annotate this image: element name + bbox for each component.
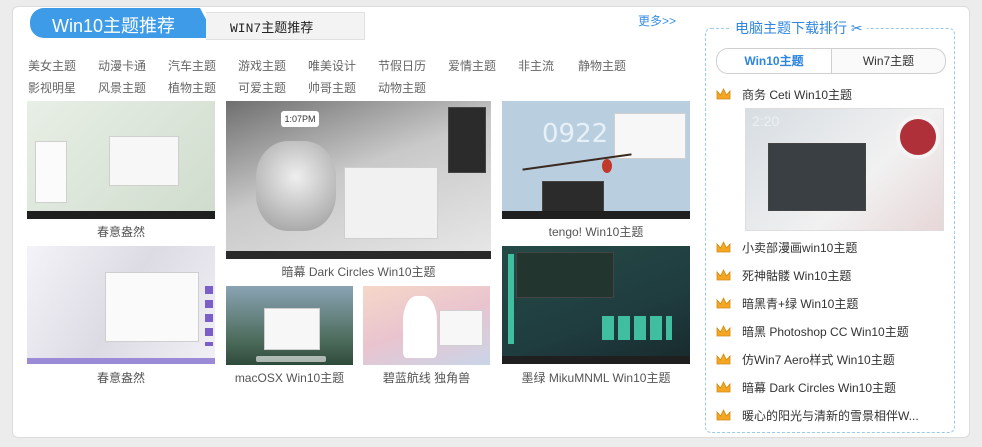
ranking-item[interactable]: 死神骷髅 Win10主题 [716, 267, 936, 285]
crown-icon [716, 409, 731, 421]
taskbar [502, 211, 690, 219]
category-link[interactable]: 植物主题 [168, 79, 216, 96]
theme-caption[interactable]: tengo! Win10主题 [502, 223, 690, 240]
sidebar-strip [508, 254, 514, 344]
category-link[interactable]: 可爱主题 [238, 79, 286, 96]
crown-icon [716, 269, 731, 281]
theme-caption[interactable]: 碧蓝航线 独角兽 [363, 369, 490, 386]
ranking-tab-win7[interactable]: Win7主题 [832, 49, 945, 73]
taskbar [502, 356, 690, 364]
window-preview [264, 308, 320, 350]
ranking-item-label: 死神骷髅 Win10主题 [742, 269, 852, 283]
crown-icon [716, 297, 731, 309]
crown-icon [716, 88, 731, 100]
ranking-item-label: 商务 Ceti Win10主题 [742, 88, 853, 102]
character-shape [403, 296, 437, 358]
branch-shape [522, 153, 632, 171]
clock-widget: 1:07PM [281, 111, 319, 127]
window-preview [542, 181, 604, 213]
ranking-item-label: 暖心的阳光与清新的雪景相伴W... [742, 409, 919, 423]
crown-icon [716, 241, 731, 253]
category-link[interactable]: 爱情主题 [448, 57, 496, 74]
window-preview [344, 167, 438, 239]
ranking-title: 电脑主题下载排行 ✂ [731, 18, 867, 38]
ranking-item[interactable]: 暗幕 Dark Circles Win10主题 [716, 379, 936, 397]
ranking-item[interactable]: 暖心的阳光与清新的雪景相伴W... [716, 407, 936, 425]
window-preview [614, 113, 686, 159]
ranking-item-label: 仿Win7 Aero样式 Win10主题 [742, 353, 895, 367]
teacup-shape [896, 115, 940, 159]
clock-widget: 2:20 [752, 113, 780, 129]
theme-thumbnail[interactable] [502, 246, 690, 364]
ranking-item-label: 暗幕 Dark Circles Win10主题 [742, 381, 897, 395]
category-link[interactable]: 动漫卡通 [98, 57, 146, 74]
window-preview [109, 136, 179, 186]
theme-thumbnail[interactable] [363, 286, 490, 365]
tab-win10-label: Win10主题推荐 [52, 16, 176, 36]
category-link[interactable]: 静物主题 [578, 57, 626, 74]
theme-thumbnail[interactable] [226, 286, 353, 365]
taskbar [27, 358, 215, 364]
ranking-item-label: 小卖部漫画win10主题 [742, 241, 858, 255]
tab-win7-recommend[interactable]: WIN7主题推荐 [206, 12, 365, 40]
window-preview [35, 141, 67, 203]
category-link[interactable]: 帅哥主题 [308, 79, 356, 96]
ranking-tabs: Win10主题 Win7主题 [716, 48, 946, 74]
window-preview [439, 310, 483, 346]
sidebar-panel [448, 107, 486, 173]
theme-thumbnail[interactable] [27, 246, 215, 364]
theme-thumbnail[interactable]: 0922 [502, 101, 690, 219]
category-link[interactable]: 唯美设计 [308, 57, 356, 74]
category-link[interactable]: 节假日历 [378, 57, 426, 74]
theme-caption[interactable]: 墨绿 MikuMNML Win10主题 [502, 369, 690, 386]
ranking-item-featured[interactable]: 商务 Ceti Win10主题 [716, 86, 936, 104]
category-link[interactable]: 风景主题 [98, 79, 146, 96]
category-link[interactable]: 汽车主题 [168, 57, 216, 74]
taskbar [226, 251, 491, 259]
ranking-item[interactable]: 小卖部漫画win10主题 [716, 239, 936, 257]
window-preview [768, 143, 866, 211]
crown-icon [716, 381, 731, 393]
tile-icons [602, 316, 672, 340]
scissors-icon: ✂ [850, 20, 863, 36]
category-link[interactable]: 动物主题 [378, 79, 426, 96]
portrait-shape [256, 141, 336, 231]
window-preview [516, 252, 614, 298]
crown-icon [716, 353, 731, 365]
ranking-item[interactable]: 暗黑青+绿 Win10主题 [716, 295, 936, 313]
clock-widget: 0922 [542, 119, 609, 149]
taskbar [27, 211, 215, 219]
theme-thumbnail[interactable] [27, 101, 215, 219]
category-link[interactable]: 非主流 [518, 57, 554, 74]
ranking-item-label: 暗黑 Photoshop CC Win10主题 [742, 325, 909, 339]
dock-icons [205, 286, 213, 346]
bird-shape [602, 159, 612, 173]
window-preview [105, 272, 199, 342]
featured-thumbnail[interactable]: 2:20 [745, 108, 944, 231]
ranking-item[interactable]: 仿Win7 Aero样式 Win10主题 [716, 351, 936, 369]
category-link[interactable]: 美女主题 [28, 57, 76, 74]
theme-caption[interactable]: 春意盎然 [27, 223, 215, 240]
tab-win10-recommend[interactable]: Win10主题推荐 [30, 8, 216, 38]
theme-caption[interactable]: macOSX Win10主题 [226, 369, 353, 386]
category-link[interactable]: 影视明星 [28, 79, 76, 96]
category-link[interactable]: 游戏主题 [238, 57, 286, 74]
ranking-item-label: 暗黑青+绿 Win10主题 [742, 297, 859, 311]
more-link[interactable]: 更多>> [638, 12, 676, 29]
theme-thumbnail[interactable]: 1:07PM [226, 101, 491, 259]
crown-icon [716, 325, 731, 337]
theme-caption[interactable]: 暗幕 Dark Circles Win10主题 [226, 263, 491, 280]
ranking-item[interactable]: 暗黑 Photoshop CC Win10主题 [716, 323, 936, 341]
theme-caption[interactable]: 春意盎然 [27, 369, 215, 386]
ranking-tab-win10[interactable]: Win10主题 [717, 49, 832, 73]
ranking-title-text: 电脑主题下载排行 [735, 20, 847, 36]
dock [256, 356, 326, 362]
tab-win7-label: WIN7主题推荐 [230, 21, 314, 36]
